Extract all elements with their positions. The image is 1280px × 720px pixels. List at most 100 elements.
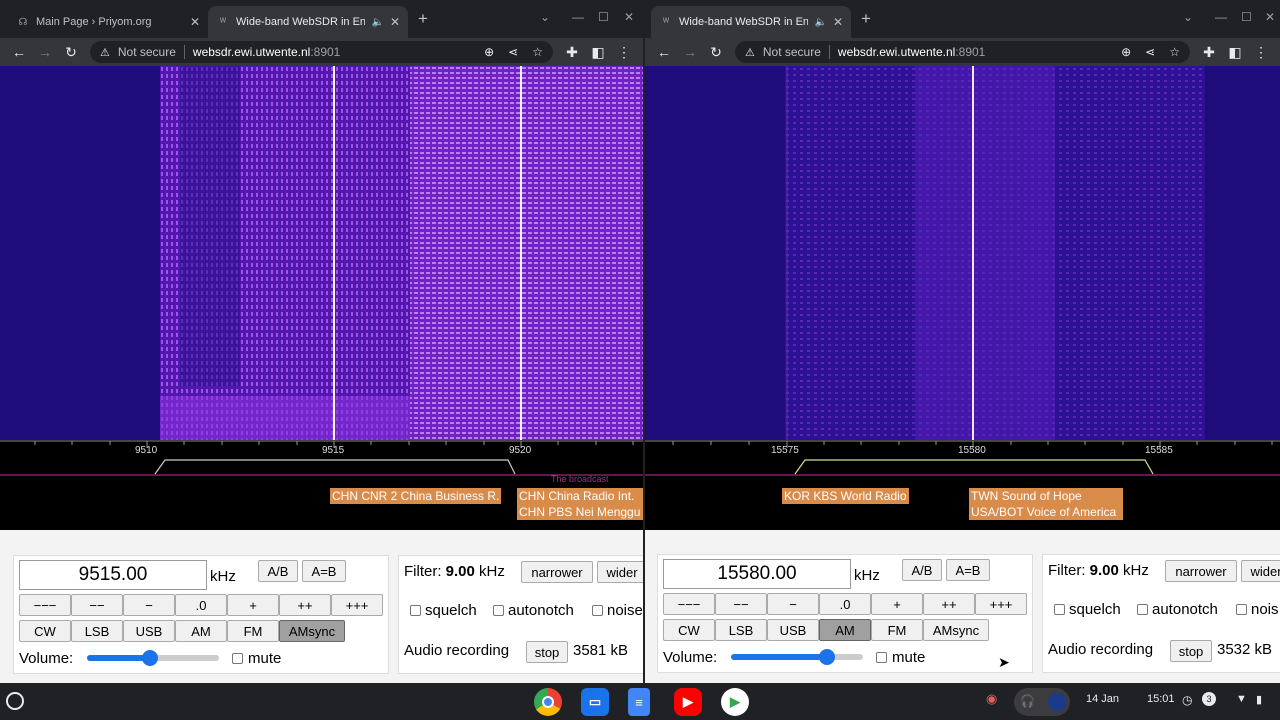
step-up-small-button[interactable]: + <box>871 593 923 615</box>
mute-checkbox[interactable] <box>876 652 887 663</box>
bookmark-star-icon[interactable]: ☆ <box>1169 45 1180 59</box>
tab-websdr[interactable]: ᵂ Wide-band WebSDR in Ensche 🔈 ✕ <box>651 6 851 38</box>
step-down-small-button[interactable]: − <box>123 594 175 616</box>
files-icon[interactable]: ▭ <box>581 688 609 716</box>
back-icon[interactable]: ← <box>6 44 32 60</box>
wider-button[interactable]: wider <box>597 561 643 583</box>
mode-lsb-button[interactable]: LSB <box>71 620 123 642</box>
minimize-icon[interactable]: — <box>572 10 584 24</box>
a-equals-b-button[interactable]: A=B <box>946 559 990 581</box>
zoom-icon[interactable]: ⊕ <box>1121 45 1131 59</box>
clock-label[interactable]: 15:01 <box>1147 693 1175 705</box>
round-frequency-button[interactable]: .0 <box>819 593 871 615</box>
station-label[interactable]: CHN China Radio Int. <box>517 488 643 504</box>
extensions-icon[interactable]: ✚ <box>1196 44 1222 61</box>
menu-icon[interactable]: ⋮ <box>1248 44 1274 61</box>
mode-fm-button[interactable]: FM <box>871 619 923 641</box>
autonotch-checkbox[interactable] <box>493 605 504 616</box>
step-down-large-button[interactable]: −−− <box>19 594 71 616</box>
step-up-large-button[interactable]: +++ <box>331 594 383 616</box>
new-tab-icon[interactable]: + <box>861 9 871 29</box>
menu-icon[interactable]: ⋮ <box>611 44 637 61</box>
station-label[interactable]: CHN CNR 2 China Business R. <box>330 488 502 504</box>
ab-button[interactable]: A/B <box>902 559 942 581</box>
tab-priyom[interactable]: ☊ Main Page › Priyom.org ✕ <box>8 6 208 38</box>
launcher-icon[interactable] <box>6 692 24 710</box>
squelch-checkbox[interactable] <box>1054 604 1065 615</box>
close-window-icon[interactable]: ✕ <box>1265 10 1275 24</box>
speaker-icon[interactable]: 🔈 <box>371 17 383 28</box>
share-icon[interactable]: ⋖ <box>508 45 518 59</box>
station-label[interactable]: CHN PBS Nei Menggu <box>517 504 643 520</box>
ab-button[interactable]: A/B <box>258 560 298 582</box>
reload-icon[interactable]: ↻ <box>703 44 729 61</box>
warning-icon[interactable]: ⚠ <box>100 46 110 59</box>
noise-reduction-checkbox[interactable] <box>1236 604 1247 615</box>
frequency-input[interactable]: 9515.00 <box>19 560 207 590</box>
mode-am-button[interactable]: AM <box>819 619 871 641</box>
screen-record-icon[interactable]: ◉ <box>986 691 997 707</box>
a-equals-b-button[interactable]: A=B <box>302 560 346 582</box>
notification-badge[interactable]: 3 <box>1202 692 1216 706</box>
address-bar[interactable]: ⚠ Not secure websdr.ewi.utwente.nl:8901 … <box>735 41 1190 63</box>
bookmark-star-icon[interactable]: ☆ <box>532 45 543 59</box>
step-up-medium-button[interactable]: ++ <box>279 594 331 616</box>
zoom-icon[interactable]: ⊕ <box>484 45 494 59</box>
mode-fm-button[interactable]: FM <box>227 620 279 642</box>
date-label[interactable]: 14 Jan <box>1086 693 1119 705</box>
forward-icon[interactable]: → <box>32 44 58 60</box>
mode-usb-button[interactable]: USB <box>767 619 819 641</box>
back-icon[interactable]: ← <box>651 44 677 60</box>
station-label[interactable]: USA/BOT Voice of America <box>969 504 1123 520</box>
share-icon[interactable]: ⋖ <box>1145 45 1155 59</box>
mode-cw-button[interactable]: CW <box>19 620 71 642</box>
wider-button[interactable]: wider <box>1241 560 1280 582</box>
reload-icon[interactable]: ↻ <box>58 44 84 61</box>
close-tab-icon[interactable]: ✕ <box>390 15 400 29</box>
noise-reduction-checkbox[interactable] <box>592 605 603 616</box>
status-pill[interactable]: 🎧 <box>1014 688 1070 716</box>
squelch-checkbox[interactable] <box>410 605 421 616</box>
frequency-scale[interactable]: 9510 9515 9520 The broadcast CHN CNR 2 C… <box>0 440 643 530</box>
mode-amsync-button[interactable]: AMsync <box>279 620 345 642</box>
stop-recording-button[interactable]: stop <box>526 641 568 663</box>
mode-usb-button[interactable]: USB <box>123 620 175 642</box>
speaker-icon[interactable]: 🔈 <box>814 17 826 28</box>
forward-icon[interactable]: → <box>677 44 703 60</box>
maximize-icon[interactable]: ☐ <box>598 10 609 24</box>
step-up-large-button[interactable]: +++ <box>975 593 1027 615</box>
chrome-icon[interactable] <box>534 688 562 716</box>
step-up-medium-button[interactable]: ++ <box>923 593 975 615</box>
chevron-down-icon[interactable]: ⌄ <box>1183 10 1193 24</box>
volume-slider[interactable] <box>87 650 219 666</box>
autonotch-checkbox[interactable] <box>1137 604 1148 615</box>
do-not-disturb-icon[interactable]: ◷ <box>1182 693 1192 707</box>
volume-knob[interactable] <box>142 650 158 666</box>
chevron-down-icon[interactable]: ⌄ <box>540 10 550 24</box>
step-down-small-button[interactable]: − <box>767 593 819 615</box>
frequency-input[interactable]: 15580.00 <box>663 559 851 589</box>
volume-knob[interactable] <box>819 649 835 665</box>
volume-slider[interactable] <box>731 649 863 665</box>
tab-websdr[interactable]: ᵂ Wide-band WebSDR in Ensche 🔈 ✕ <box>208 6 408 38</box>
mode-amsync-button[interactable]: AMsync <box>923 619 989 641</box>
youtube-icon[interactable]: ▶ <box>674 688 702 716</box>
wifi-icon[interactable]: ▼ <box>1236 693 1247 705</box>
close-tab-icon[interactable]: ✕ <box>190 15 200 29</box>
docs-icon[interactable]: ≡ <box>628 688 650 716</box>
play-store-icon[interactable]: ▶ <box>721 688 749 716</box>
frequency-scale[interactable]: 15575 15580 15585 KOR KBS World Radio TW… <box>645 440 1280 530</box>
mode-lsb-button[interactable]: LSB <box>715 619 767 641</box>
mode-am-button[interactable]: AM <box>175 620 227 642</box>
narrower-button[interactable]: narrower <box>521 561 593 583</box>
address-bar[interactable]: ⚠ Not secure websdr.ewi.utwente.nl:8901 … <box>90 41 553 63</box>
step-down-large-button[interactable]: −−− <box>663 593 715 615</box>
mute-checkbox[interactable] <box>232 653 243 664</box>
station-label[interactable]: KOR KBS World Radio <box>782 488 909 504</box>
stop-recording-button[interactable]: stop <box>1170 640 1212 662</box>
close-window-icon[interactable]: ✕ <box>624 10 634 24</box>
side-panel-icon[interactable]: ◧ <box>585 44 611 61</box>
new-tab-icon[interactable]: + <box>418 9 428 29</box>
station-label[interactable]: TWN Sound of Hope <box>969 488 1123 504</box>
step-down-medium-button[interactable]: −− <box>71 594 123 616</box>
